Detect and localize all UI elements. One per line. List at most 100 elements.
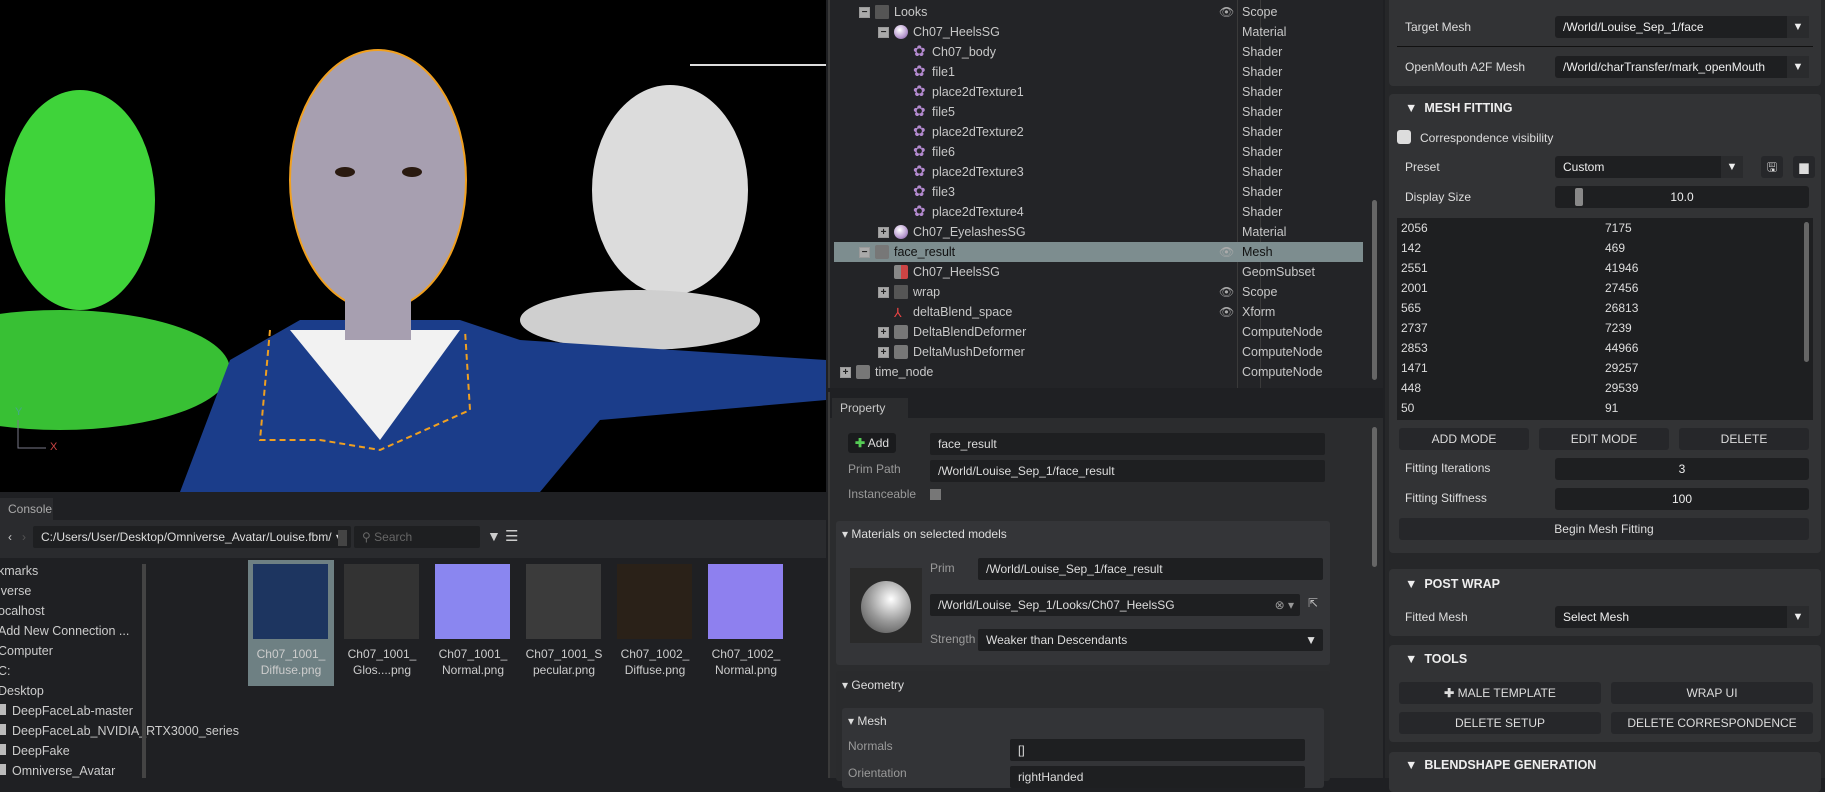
list-item[interactable]: 142 469 <box>1397 238 1813 258</box>
tree-row[interactable]: + DeltaBlendDeformer ComputeNode <box>834 322 1363 342</box>
male-template-button[interactable]: ✚ MALE TEMPLATE <box>1399 682 1601 704</box>
material-path-dropdown[interactable]: /World/Louise_Sep_1/Looks/Ch07_HeelsSG ⊗ … <box>930 594 1300 616</box>
browser-tree-item[interactable]: Computer <box>0 644 53 658</box>
preset-dropdown[interactable]: Custom ▼ <box>1555 156 1743 178</box>
tree-row[interactable]: ✿ place2dTexture4 Shader <box>834 202 1363 222</box>
bookmark-icon[interactable] <box>338 530 347 546</box>
prim-path-input[interactable]: /World/Louise_Sep_1/face_result <box>930 460 1325 482</box>
eye-icon[interactable]: 👁 <box>1219 305 1234 319</box>
list-item[interactable]: 2056 7175 <box>1397 218 1813 238</box>
mesh-fitting-header[interactable]: ▼ MESH FITTING <box>1405 101 1513 115</box>
browser-tree-item[interactable]: Add New Connection ... <box>0 624 129 638</box>
list-item[interactable]: 2737 7239 <box>1397 318 1813 338</box>
delete-setup-button[interactable]: DELETE SETUP <box>1399 712 1601 734</box>
expand-icon[interactable]: + <box>878 346 889 358</box>
fitting-stiffness-input[interactable]: 100 <box>1555 488 1809 510</box>
normals-input[interactable]: [] <box>1010 739 1305 761</box>
collapse-icon[interactable]: − <box>859 246 870 258</box>
path-input[interactable]: C:/Users/User/Desktop/Omniverse_Avatar/L… <box>33 526 351 548</box>
openmouth-dropdown[interactable]: /World/charTransfer/mark_openMouth ▼ <box>1555 56 1809 78</box>
geometry-header[interactable]: ▾ Geometry <box>842 678 904 692</box>
orientation-dropdown[interactable]: rightHanded <box>1010 766 1305 788</box>
blendshape-header[interactable]: ▼ BLENDSHAPE GENERATION <box>1405 758 1596 772</box>
tab-property[interactable]: Property <box>832 398 908 418</box>
wrap-ui-button[interactable]: WRAP UI <box>1611 682 1813 704</box>
prim-name-input[interactable]: face_result <box>930 433 1325 455</box>
slider-handle[interactable] <box>1575 188 1584 206</box>
browser-tree-item[interactable]: DeepFaceLab_NVIDIA_RTX3000_series <box>0 724 239 738</box>
fitted-mesh-dropdown[interactable]: Select Mesh ▼ <box>1555 606 1809 628</box>
fitting-iterations-input[interactable]: 3 <box>1555 458 1809 480</box>
tree-row[interactable]: + wrap 👁 Scope <box>834 282 1363 302</box>
tree-row[interactable]: − Looks 👁 Scope <box>834 2 1363 22</box>
tree-row[interactable]: − face_result 👁 Mesh <box>834 242 1363 262</box>
tree-row[interactable]: + Ch07_EyelashesSG Material <box>834 222 1363 242</box>
file-item[interactable]: Ch07_1001_ Normal.png <box>430 560 516 686</box>
browser-tree-item[interactable]: C: <box>0 664 11 678</box>
correspondence-list[interactable]: 2056 7175 142 469 2551 41946 2001 27456 565 26813… <box>1397 218 1813 420</box>
list-item[interactable]: 448 29539 <box>1397 378 1813 398</box>
browser-tree-item[interactable]: Omniverse_Avatar <box>0 764 115 778</box>
menu-icon[interactable]: ☰ <box>505 527 518 545</box>
tab-console[interactable]: Console <box>0 498 53 520</box>
file-item[interactable]: Ch07_1001_S pecular.png <box>521 560 607 686</box>
browser-tree-item[interactable]: ocalhost <box>0 604 45 618</box>
stage-scrollbar[interactable] <box>1372 200 1377 380</box>
tree-row[interactable]: + time_node ComputeNode <box>834 362 1363 382</box>
expand-icon[interactable]: + <box>878 326 889 338</box>
goto-icon[interactable]: ⇱ <box>1308 596 1318 610</box>
filter-icon[interactable]: ▼ <box>487 528 501 544</box>
eye-icon[interactable]: 👁 <box>1219 5 1234 19</box>
viewport[interactable]: Y X <box>0 0 826 492</box>
delete-correspondence-button[interactable]: DELETE CORRESPONDENCE <box>1611 712 1813 734</box>
list-item[interactable]: 565 26813 <box>1397 298 1813 318</box>
list-item[interactable]: 2853 44966 <box>1397 338 1813 358</box>
tree-row[interactable]: ✿ file6 Shader <box>834 142 1363 162</box>
file-item[interactable]: Ch07_1002_ Diffuse.png <box>612 560 698 686</box>
material-prim-input[interactable]: /World/Louise_Sep_1/face_result <box>978 558 1323 580</box>
back-icon[interactable]: ‹ <box>8 530 12 544</box>
property-scrollbar[interactable] <box>1372 427 1377 567</box>
tree-row[interactable]: − Ch07_HeelsSG Material <box>834 22 1363 42</box>
list-item[interactable]: 1471 29257 <box>1397 358 1813 378</box>
file-item[interactable]: Ch07_1001_ Glos....png <box>339 560 425 686</box>
add-mode-button[interactable]: ADD MODE <box>1399 428 1529 450</box>
strength-dropdown[interactable]: Weaker than Descendants ▼ <box>978 629 1323 651</box>
browser-tree-item[interactable]: Desktop <box>0 684 44 698</box>
add-button[interactable]: ✚ Add <box>848 433 896 453</box>
list-item[interactable]: 50 91 <box>1397 398 1813 418</box>
expand-icon[interactable]: + <box>840 366 851 378</box>
tree-row[interactable]: + DeltaMushDeformer ComputeNode <box>834 342 1363 362</box>
browser-tree-item[interactable]: iverse <box>0 584 31 598</box>
browser-tree-item[interactable]: DeepFaceLab-master <box>0 704 133 718</box>
folder-icon[interactable]: ▆ <box>1793 156 1815 178</box>
tree-row[interactable]: ✿ place2dTexture3 Shader <box>834 162 1363 182</box>
post-wrap-header[interactable]: ▼ POST WRAP <box>1405 577 1500 591</box>
tree-row[interactable]: ✿ place2dTexture2 Shader <box>834 122 1363 142</box>
eye-icon[interactable]: 👁 <box>1219 285 1234 299</box>
target-mesh-dropdown[interactable]: /World/Louise_Sep_1/face ▼ <box>1555 16 1809 38</box>
instanceable-checkbox[interactable] <box>930 489 941 500</box>
display-size-slider[interactable]: 10.0 <box>1555 186 1809 208</box>
delete-button[interactable]: DELETE <box>1679 428 1809 450</box>
forward-icon[interactable]: › <box>22 530 26 544</box>
tree-row[interactable]: ✿ file3 Shader <box>834 182 1363 202</box>
list-scrollbar[interactable] <box>1804 222 1809 362</box>
begin-mesh-fitting-button[interactable]: Begin Mesh Fitting <box>1399 518 1809 540</box>
mesh-header[interactable]: ▾ Mesh <box>848 714 887 728</box>
collapse-icon[interactable]: − <box>859 6 870 18</box>
correspondence-checkbox[interactable] <box>1397 130 1411 144</box>
expand-icon[interactable]: + <box>878 226 889 238</box>
browser-tree-item[interactable]: DeepFake <box>0 744 70 758</box>
collapse-icon[interactable]: − <box>878 26 889 38</box>
tree-row[interactable]: ✿ file1 Shader <box>834 62 1363 82</box>
edit-mode-button[interactable]: EDIT MODE <box>1539 428 1669 450</box>
tree-row[interactable]: ⅄ deltaBlend_space 👁 Xform <box>834 302 1363 322</box>
save-preset-icon[interactable]: 🖫 <box>1761 156 1783 178</box>
tree-row[interactable]: ✿ place2dTexture1 Shader <box>834 82 1363 102</box>
tree-scrollbar[interactable] <box>142 564 146 778</box>
list-item[interactable]: 2001 27456 <box>1397 278 1813 298</box>
tree-row[interactable]: ✿ file5 Shader <box>834 102 1363 122</box>
eye-icon[interactable]: 👁 <box>1219 245 1234 259</box>
materials-header[interactable]: ▾ Materials on selected models <box>842 527 1007 541</box>
